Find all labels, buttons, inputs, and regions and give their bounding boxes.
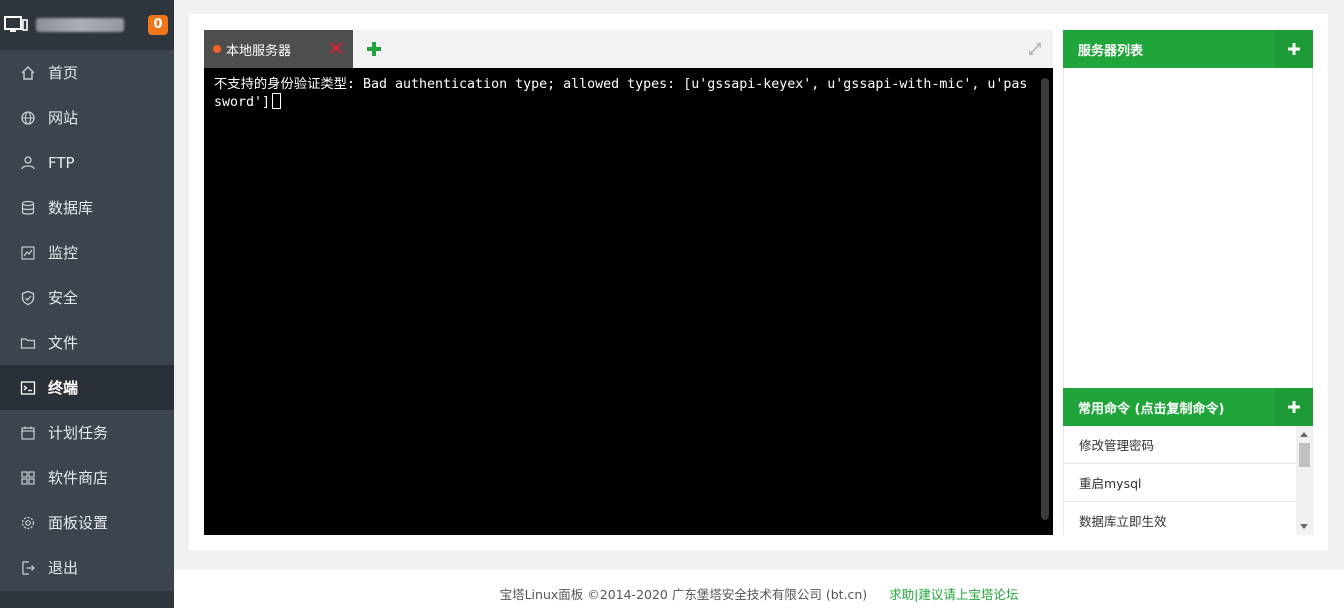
forum-help-link[interactable]: 求助|建议请上宝塔论坛 (889, 587, 1018, 602)
command-list-title: 常用命令 (点击复制命令) (1078, 401, 1225, 417)
database-icon (20, 200, 36, 216)
sidebar-item-label: 网站 (48, 109, 79, 127)
notification-badge[interactable]: 0 (148, 15, 168, 35)
sidebar-item-label: 数据库 (48, 199, 94, 217)
sidebar-item-terminal[interactable]: 终端 (0, 365, 174, 410)
close-icon[interactable] (328, 40, 344, 56)
sidebar-item-logout[interactable]: 退出 (0, 545, 174, 590)
sidebar-item-security[interactable]: 安全 (0, 275, 174, 320)
sidebar-item-label: 面板设置 (48, 514, 109, 532)
server-list (1063, 68, 1313, 388)
terminal-scrollbar[interactable] (1041, 78, 1049, 520)
right-panel: 服务器列表 常用命令 (点击复制命令) 修改管理密码 重启mysql 数据库立即… (1063, 30, 1313, 535)
sidebar-item-label: FTP (48, 153, 75, 172)
hostname-blurred (36, 18, 124, 32)
plus-icon (1288, 43, 1300, 55)
folder-icon (20, 335, 36, 351)
sidebar-item-label: 监控 (48, 244, 79, 262)
command-list-scrollbar[interactable] (1296, 426, 1313, 535)
calendar-icon (20, 425, 36, 441)
sidebar-item-label: 终端 (48, 379, 79, 397)
sidebar-item-store[interactable]: 软件商店 (0, 455, 174, 500)
footer: 宝塔Linux面板 ©2014-2020 广东堡塔安全技术有限公司 (bt.cn… (174, 570, 1344, 608)
sidebar-item-label: 退出 (48, 559, 79, 577)
sidebar-item-database[interactable]: 数据库 (0, 185, 174, 230)
terminal-tab[interactable]: 本地服务器 (204, 30, 353, 68)
command-list: 修改管理密码 重启mysql 数据库立即生效 (1063, 426, 1313, 535)
logout-icon (20, 560, 36, 576)
command-list-header: 常用命令 (点击复制命令) (1063, 388, 1313, 426)
shield-icon (20, 290, 36, 306)
sidebar: 0 首页 网站 FTP 数据库 监控 安全 文件 终端 计划任务 软件商店 面板… (0, 0, 174, 608)
scroll-down-icon[interactable] (1300, 524, 1308, 529)
list-item[interactable]: 数据库立即生效 (1064, 502, 1297, 535)
sidebar-item-label: 首页 (48, 64, 79, 82)
sidebar-footer (0, 591, 174, 608)
sidebar-item-website[interactable]: 网站 (0, 95, 174, 140)
grid-icon (20, 470, 36, 486)
terminal-output-text: 不支持的身份验证类型: Bad authentication type; all… (214, 77, 1028, 110)
server-list-title: 服务器列表 (1078, 43, 1144, 59)
sidebar-menu: 首页 网站 FTP 数据库 监控 安全 文件 终端 计划任务 软件商店 面板设置… (0, 50, 174, 590)
status-dot-icon (213, 45, 221, 53)
monitor-chart-icon (20, 245, 36, 261)
sidebar-item-ftp[interactable]: FTP (0, 140, 174, 185)
ftp-user-icon (20, 155, 36, 171)
scroll-thumb[interactable] (1299, 443, 1310, 467)
server-list-header: 服务器列表 (1063, 30, 1313, 68)
terminal-tab-strip: 本地服务器 (204, 30, 1053, 68)
sidebar-item-settings[interactable]: 面板设置 (0, 500, 174, 545)
sidebar-item-label: 计划任务 (48, 424, 109, 442)
sidebar-item-monitor[interactable]: 监控 (0, 230, 174, 275)
fullscreen-icon[interactable] (1027, 41, 1043, 57)
terminal-panel: 本地服务器 不支持的身份验证类型: Bad authentication typ… (204, 30, 1053, 535)
terminal-output[interactable]: 不支持的身份验证类型: Bad authentication type; all… (214, 76, 1034, 111)
footer-copyright: 宝塔Linux面板 ©2014-2020 广东堡塔安全技术有限公司 (bt.cn… (499, 587, 868, 602)
plus-icon (1288, 401, 1300, 413)
sidebar-item-label: 文件 (48, 334, 79, 352)
scroll-up-icon[interactable] (1300, 432, 1308, 437)
add-command-button[interactable] (1275, 388, 1313, 426)
add-tab-icon[interactable] (365, 40, 383, 58)
terminal-icon (20, 380, 36, 396)
globe-icon (20, 110, 36, 126)
sidebar-item-files[interactable]: 文件 (0, 320, 174, 365)
list-item[interactable]: 重启mysql (1064, 464, 1297, 502)
sidebar-item-cron[interactable]: 计划任务 (0, 410, 174, 455)
main-content: 本地服务器 不支持的身份验证类型: Bad authentication typ… (189, 14, 1328, 550)
sidebar-item-home[interactable]: 首页 (0, 50, 174, 95)
sidebar-header: 0 (0, 0, 174, 50)
terminal-cursor (272, 93, 282, 109)
sidebar-item-label: 安全 (48, 289, 79, 307)
terminal-tab-label: 本地服务器 (226, 43, 292, 59)
monitor-icon (4, 15, 28, 35)
add-server-button[interactable] (1275, 30, 1313, 68)
list-item[interactable]: 修改管理密码 (1064, 426, 1297, 464)
sidebar-item-label: 软件商店 (48, 469, 109, 487)
home-icon (20, 65, 36, 81)
gear-icon (20, 515, 36, 531)
